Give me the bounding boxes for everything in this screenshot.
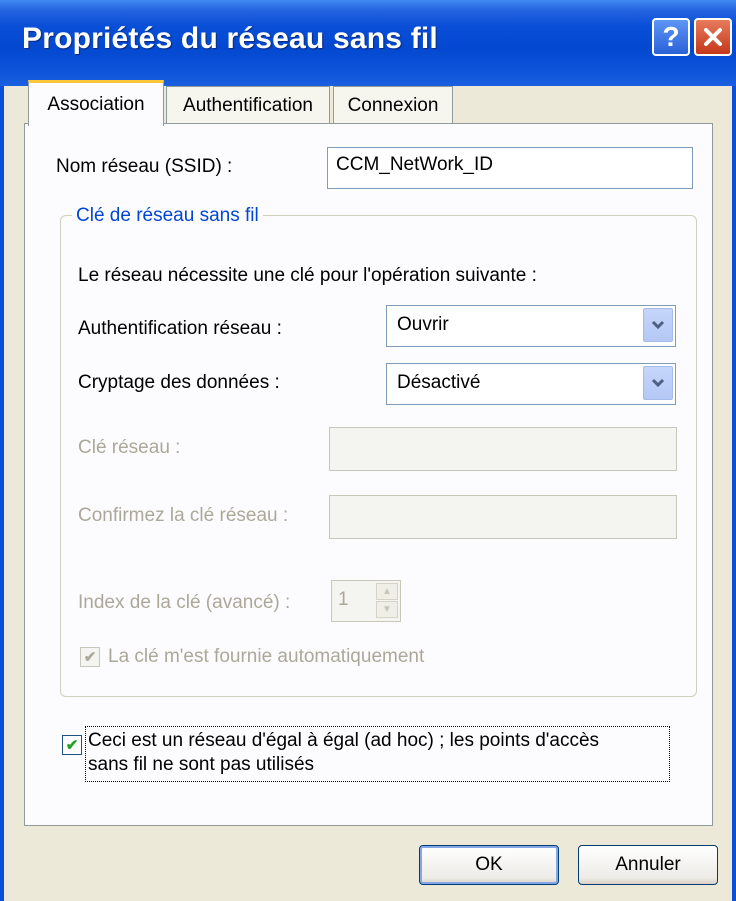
help-button[interactable]: ?: [652, 18, 690, 56]
help-icon: ?: [662, 21, 680, 52]
ssid-value: CCM_NetWork_ID: [336, 154, 493, 175]
tab-label: Connexion: [347, 94, 439, 116]
ok-button-label: OK: [475, 854, 503, 875]
tab-association[interactable]: Association: [28, 80, 164, 126]
cancel-button-label: Annuler: [615, 854, 681, 875]
network-auth-select[interactable]: Ouvrir: [386, 305, 676, 347]
tab-panel: [24, 123, 713, 826]
ssid-label: Nom réseau (SSID) :: [56, 156, 233, 177]
chevron-down-icon[interactable]: [643, 366, 673, 400]
data-encryption-select[interactable]: Désactivé: [386, 363, 676, 405]
tab-label: Authentification: [183, 94, 313, 116]
ssid-input[interactable]: CCM_NetWork_ID: [327, 147, 693, 189]
wireless-properties-dialog: Propriétés du réseau sans fil ? Associat…: [0, 0, 736, 901]
window-border-left: [0, 86, 4, 901]
network-auth-value: Ouvrir: [397, 314, 449, 335]
data-encryption-value: Désactivé: [397, 372, 481, 393]
close-button[interactable]: [694, 18, 732, 56]
tab-connexion[interactable]: Connexion: [333, 86, 453, 124]
title-bar[interactable]: Propriétés du réseau sans fil ?: [0, 0, 736, 86]
tab-label: Association: [47, 93, 145, 115]
tab-authentification[interactable]: Authentification: [166, 86, 330, 124]
cancel-button[interactable]: Annuler: [578, 845, 718, 885]
close-icon: [704, 28, 722, 46]
window-title: Propriétés du réseau sans fil: [22, 22, 438, 55]
ok-button[interactable]: OK: [419, 845, 559, 885]
window-border-right: [732, 86, 736, 901]
chevron-down-icon[interactable]: [643, 308, 673, 342]
